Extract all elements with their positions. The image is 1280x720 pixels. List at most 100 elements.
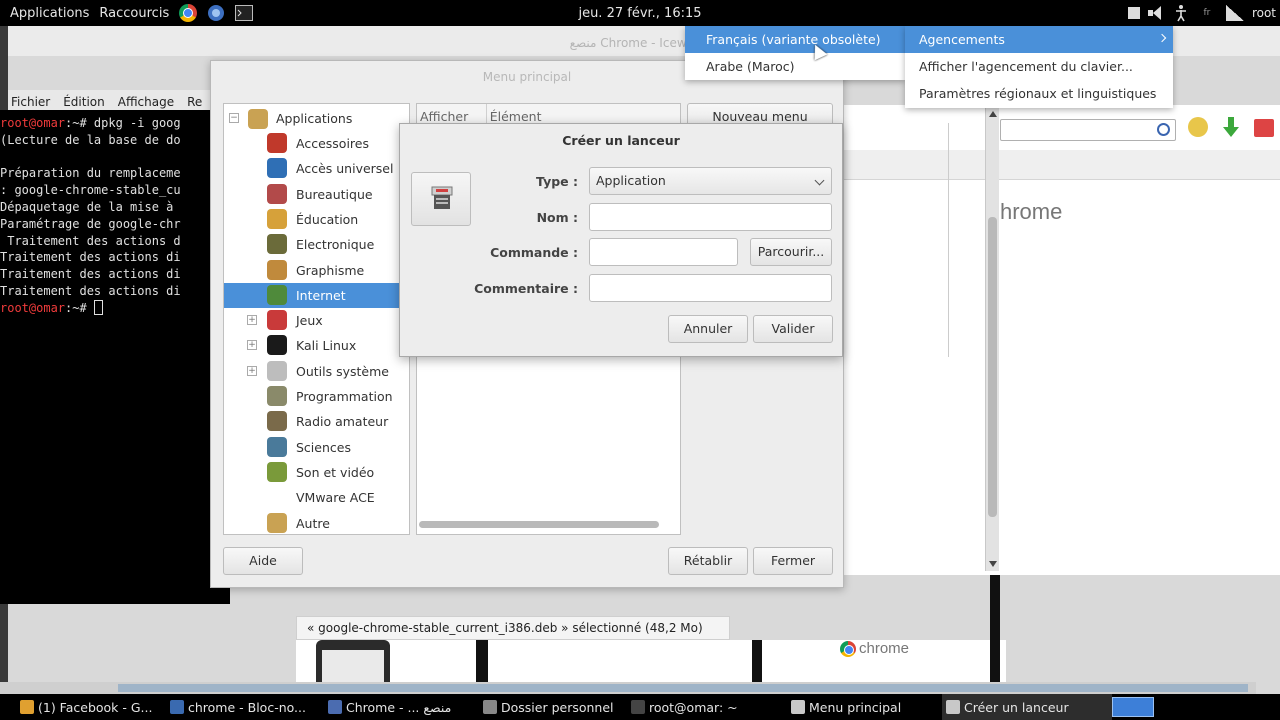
taskbar-button[interactable]: Chrome - ... منصع bbox=[324, 694, 479, 720]
revert-button[interactable]: Rétablir bbox=[668, 547, 748, 575]
taskbar-button[interactable]: Créer un lanceur bbox=[942, 694, 1112, 720]
tree-item[interactable]: Son et vidéo bbox=[224, 460, 409, 485]
chevron-down-icon bbox=[814, 175, 825, 186]
menu-item-layouts[interactable]: Agencements bbox=[905, 26, 1173, 53]
tree-item[interactable]: + Jeux bbox=[224, 308, 409, 333]
terminal-line: root@omar:~# bbox=[0, 299, 230, 317]
type-select[interactable]: Application bbox=[589, 167, 832, 195]
browser-scrollbar[interactable] bbox=[985, 107, 999, 571]
category-icon bbox=[267, 512, 287, 533]
download-icon[interactable] bbox=[1222, 117, 1240, 142]
applications-menu[interactable]: Applications bbox=[5, 6, 94, 21]
terminal-launcher-icon[interactable] bbox=[233, 2, 255, 24]
tree-item[interactable]: + Outils système bbox=[224, 359, 409, 384]
tree-item[interactable]: VMware ACE bbox=[224, 485, 409, 510]
menu-rechercher[interactable]: Re bbox=[184, 95, 206, 109]
help-button[interactable]: Aide bbox=[223, 547, 303, 575]
greasemonkey-icon[interactable] bbox=[1188, 117, 1208, 137]
tree-root[interactable]: − Applications bbox=[224, 106, 409, 131]
tree-item[interactable]: Graphisme bbox=[224, 258, 409, 283]
category-icon bbox=[267, 158, 287, 179]
home-icon[interactable] bbox=[1254, 119, 1274, 137]
chevron-right-icon bbox=[1157, 33, 1167, 43]
tree-item-label: Jeux bbox=[296, 313, 323, 329]
cancel-button[interactable]: Annuler bbox=[668, 315, 748, 343]
tree-item-label: Outils système bbox=[296, 363, 389, 379]
items-scrollbar[interactable] bbox=[419, 521, 659, 528]
category-tree[interactable]: − Applications Accessoires Accès universe… bbox=[223, 103, 410, 535]
terminal-cursor bbox=[93, 299, 103, 315]
terminal-output[interactable]: root@omar:~# dpkg -i goog (Lecture de la … bbox=[0, 110, 230, 604]
close-button[interactable]: Fermer bbox=[753, 547, 833, 575]
tree-item[interactable]: Accessoires bbox=[224, 131, 409, 156]
taskbar-button[interactable]: Dossier personnel bbox=[479, 694, 627, 720]
volume-icon[interactable] bbox=[1147, 6, 1166, 20]
taskbar-button[interactable]: Menu principal bbox=[787, 694, 942, 720]
tree-item[interactable]: + Kali Linux bbox=[224, 333, 409, 358]
taskbar-label: root@omar: ~ bbox=[649, 699, 738, 715]
expand-icon[interactable]: + bbox=[247, 365, 257, 376]
divider bbox=[948, 123, 949, 357]
menu-edition[interactable]: Édition bbox=[60, 95, 109, 109]
browser-toolbar bbox=[840, 150, 1280, 180]
taskbar-button[interactable]: (1) Facebook - G... bbox=[16, 694, 166, 720]
menu-item-region-settings[interactable]: Paramètres régionaux et linguistiques bbox=[905, 80, 1173, 107]
taskbar-button[interactable]: chrome - Bloc-no... bbox=[166, 694, 324, 720]
taskbar-label: chrome - Bloc-no... bbox=[188, 699, 306, 715]
download-status: « google-chrome-stable_current_i386.deb … bbox=[296, 616, 730, 640]
menu-affichage[interactable]: Affichage bbox=[115, 95, 178, 109]
shortcuts-menu[interactable]: Raccourcis bbox=[94, 6, 174, 21]
taskbar-label: Dossier personnel bbox=[501, 699, 614, 715]
category-icon bbox=[267, 284, 287, 305]
category-icon bbox=[267, 436, 287, 457]
tree-item[interactable]: Sciences bbox=[224, 435, 409, 460]
browser-content: hrome bbox=[840, 105, 1280, 575]
tree-item-label: Radio amateur bbox=[296, 414, 389, 430]
network-icon[interactable] bbox=[1225, 5, 1244, 21]
comment-input[interactable] bbox=[589, 274, 832, 302]
browse-button[interactable]: Parcourir... bbox=[750, 238, 832, 266]
taskbar-button[interactable]: root@omar: ~ bbox=[627, 694, 787, 720]
dialog-title: Créer un lanceur bbox=[562, 133, 680, 148]
category-icon bbox=[267, 386, 287, 406]
tree-item[interactable]: Autre bbox=[224, 511, 409, 535]
tree-item[interactable]: Éducation bbox=[224, 207, 409, 232]
app-icon bbox=[631, 700, 645, 714]
tree-item-label: Sciences bbox=[296, 439, 351, 455]
search-icon[interactable] bbox=[1157, 123, 1170, 136]
category-icon bbox=[267, 208, 287, 229]
expand-icon[interactable]: + bbox=[247, 340, 257, 351]
tree-item[interactable]: Accès universel bbox=[224, 156, 409, 181]
workspace-switcher[interactable] bbox=[1112, 697, 1154, 717]
chrome-launcher-icon[interactable] bbox=[177, 2, 199, 24]
user-menu[interactable]: root bbox=[1252, 6, 1276, 20]
tree-item[interactable]: Programmation bbox=[224, 384, 409, 409]
tree-item-label: Accessoires bbox=[296, 136, 369, 151]
iceweasel-launcher-icon[interactable] bbox=[205, 2, 227, 24]
name-input[interactable] bbox=[589, 203, 832, 231]
menu-fichier[interactable]: Fichier bbox=[8, 95, 54, 109]
browser-search-input[interactable] bbox=[1000, 119, 1176, 141]
app-icon bbox=[20, 700, 34, 714]
category-icon bbox=[267, 234, 287, 255]
expand-icon[interactable]: + bbox=[247, 315, 257, 326]
tree-item[interactable]: Internet bbox=[224, 282, 409, 308]
layout-item-french[interactable]: Français (variante obsolète) bbox=[685, 26, 905, 53]
accessibility-icon[interactable] bbox=[1174, 4, 1188, 22]
keyboard-layout-menu: Français (variante obsolète) Arabe (Maro… bbox=[685, 26, 905, 80]
collapse-icon[interactable]: − bbox=[229, 113, 239, 123]
terminal-line: root@omar:~# dpkg -i goog bbox=[0, 116, 181, 130]
tree-item[interactable]: Bureautique bbox=[224, 182, 409, 207]
keyboard-layout-indicator[interactable]: fr bbox=[1196, 8, 1218, 18]
command-input[interactable] bbox=[589, 238, 738, 266]
horizontal-scrollbar[interactable] bbox=[0, 682, 1256, 694]
menu-item-show-layout[interactable]: Afficher l'agencement du clavier... bbox=[905, 53, 1173, 80]
stop-record-icon[interactable] bbox=[1127, 7, 1140, 19]
name-label: Nom : bbox=[536, 210, 578, 225]
top-panel: Applications Raccourcis jeu. 27 févr., 1… bbox=[0, 0, 1280, 26]
tree-item[interactable]: Electronique bbox=[224, 232, 409, 257]
tree-item[interactable]: Radio amateur bbox=[224, 409, 409, 434]
layout-item-arabic[interactable]: Arabe (Maroc) bbox=[685, 53, 905, 80]
ok-button[interactable]: Valider bbox=[753, 315, 833, 343]
